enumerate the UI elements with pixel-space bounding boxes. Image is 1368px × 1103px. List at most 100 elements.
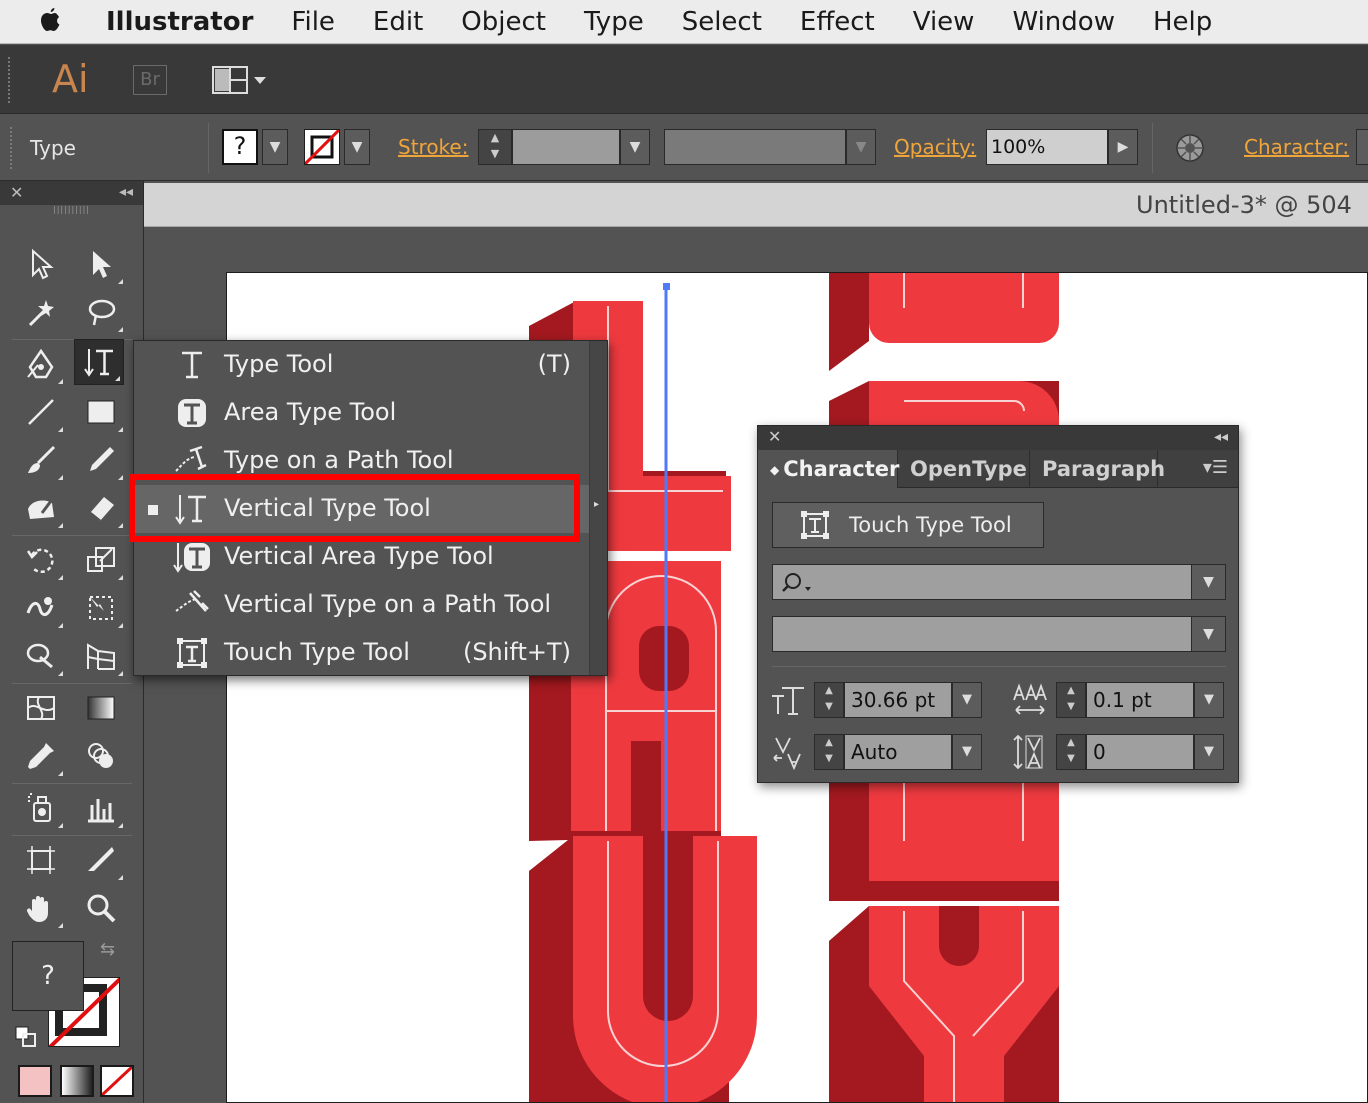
collapse-icon[interactable]: ◂◂ [119,184,133,200]
tracking-stepper[interactable]: ▲ ▼ [1056,734,1086,770]
rotate-tool[interactable] [16,537,66,583]
kerning-value[interactable]: Auto [844,734,952,770]
grip-handle[interactable] [10,127,13,169]
vertical-type-tool-button[interactable] [74,339,124,385]
recolor-icon[interactable] [1174,132,1206,164]
stroke-weight-field[interactable] [512,129,620,165]
opacity-arrow[interactable]: ▶ [1108,129,1138,165]
grip-handle[interactable] [8,57,11,103]
paintbrush-tool[interactable] [16,437,66,483]
flyout-area-type-tool[interactable]: Area Type Tool [134,389,589,437]
stroke-weight-dropdown[interactable]: ▼ [620,129,650,165]
bridge-button[interactable]: Br [133,65,167,95]
mesh-tool[interactable] [16,685,66,731]
grip-handle[interactable]: |||||||||| [0,205,143,219]
blend-tool[interactable] [76,733,126,779]
lasso-tool[interactable] [76,289,126,335]
divider [208,123,209,173]
slice-tool[interactable] [76,837,126,883]
close-icon[interactable]: ✕ [768,427,781,446]
font-family-field[interactable]: ▼ [772,564,1226,600]
stroke-dropdown[interactable]: ▼ [344,129,370,165]
swap-fill-stroke-icon[interactable]: ⇆ [100,939,115,960]
stroke-swatch[interactable] [303,128,341,166]
pencil-tool[interactable] [76,437,126,483]
font-style-field[interactable]: ▼ [772,616,1226,652]
menu-file[interactable]: File [291,7,335,37]
artboard-tool[interactable] [16,837,66,883]
kerning-stepper[interactable]: ▲ ▼ [814,734,844,770]
flyout-type-tool[interactable]: Type Tool (T) [134,341,589,389]
font-family-dropdown[interactable]: ▼ [1191,565,1225,599]
character-field[interactable] [1356,129,1368,165]
tracking-control: ▲ ▼ 0 ▼ [1012,734,1226,770]
menu-object[interactable]: Object [461,7,546,37]
document-tab[interactable]: Untitled-3* @ 504 [144,183,1368,227]
font-size-dropdown[interactable]: ▼ [952,682,982,718]
fill-color-swatch[interactable]: ? [12,941,84,1011]
line-segment-tool[interactable] [16,389,66,435]
pen-tool[interactable] [16,341,66,387]
kerning-dropdown[interactable]: ▼ [952,734,982,770]
collapse-icon[interactable]: ◂◂ [1214,429,1228,445]
magic-wand-tool[interactable] [16,289,66,335]
font-size-stepper[interactable]: ▲ ▼ [814,682,844,718]
variable-width-dropdown[interactable]: ▼ [846,129,876,165]
tearoff-strip[interactable]: ▸ [589,341,607,675]
apple-icon[interactable] [36,7,74,37]
tab-character[interactable]: ◆ Character [758,450,899,488]
eraser-tool[interactable] [76,485,126,531]
opacity-label[interactable]: Opacity: [894,135,976,159]
column-graph-tool[interactable] [76,785,126,831]
default-fill-stroke-icon[interactable] [14,1025,38,1049]
scale-tool[interactable] [76,537,126,583]
stroke-label[interactable]: Stroke: [398,135,468,159]
fill-swatch[interactable]: ? [222,129,258,165]
hand-tool[interactable] [16,885,66,931]
variable-width-field[interactable] [664,129,846,165]
leading-value[interactable]: 0.1 pt [1086,682,1194,718]
none-mode-button[interactable] [100,1065,134,1097]
arrange-documents-button[interactable] [212,65,272,95]
opacity-field[interactable]: 100% [986,129,1108,165]
perspective-grid-tool[interactable] [76,633,126,679]
tracking-dropdown[interactable]: ▼ [1194,734,1224,770]
touch-type-icon [801,511,829,539]
tab-paragraph[interactable]: Paragraph [1030,450,1165,488]
touch-type-tool-button[interactable]: Touch Type Tool [772,502,1044,548]
stroke-stepper[interactable]: ▲ ▼ [478,129,512,165]
shape-builder-tool[interactable] [16,633,66,679]
rectangle-tool[interactable] [76,389,126,435]
menu-type[interactable]: Type [584,7,644,37]
panel-menu-icon[interactable]: ▾☰ [1203,458,1228,478]
font-style-dropdown[interactable]: ▼ [1191,617,1225,651]
menu-select[interactable]: Select [682,7,762,37]
flyout-touch-type-tool[interactable]: Touch Type Tool (Shift+T) [134,629,589,677]
eyedropper-tool[interactable] [16,733,66,779]
color-mode-button[interactable] [18,1065,52,1097]
leading-stepper[interactable]: ▲ ▼ [1056,682,1086,718]
menu-view[interactable]: View [913,7,975,37]
menu-effect[interactable]: Effect [800,7,875,37]
menu-help[interactable]: Help [1153,7,1212,37]
character-label[interactable]: Character: [1244,135,1349,159]
flyout-vertical-type-on-path-tool[interactable]: Vertical Type on a Path Tool [134,581,589,629]
shaper-tool[interactable] [16,485,66,531]
gradient-tool[interactable] [76,685,126,731]
close-icon[interactable]: ✕ [10,183,23,202]
fill-dropdown[interactable]: ▼ [262,129,288,165]
gradient-mode-button[interactable] [60,1065,94,1097]
warp-tool[interactable] [16,585,66,631]
font-size-value[interactable]: 30.66 pt [844,682,952,718]
direct-selection-tool[interactable] [76,241,126,287]
tracking-value[interactable]: 0 [1086,734,1194,770]
menu-window[interactable]: Window [1012,7,1115,37]
menu-app-name[interactable]: Illustrator [106,7,253,37]
tab-opentype[interactable]: OpenType [898,450,1030,488]
free-transform-tool[interactable] [76,585,126,631]
zoom-tool[interactable] [76,885,126,931]
symbol-sprayer-tool[interactable] [16,785,66,831]
menu-edit[interactable]: Edit [373,7,423,37]
selection-tool[interactable] [16,241,66,287]
leading-dropdown[interactable]: ▼ [1194,682,1224,718]
